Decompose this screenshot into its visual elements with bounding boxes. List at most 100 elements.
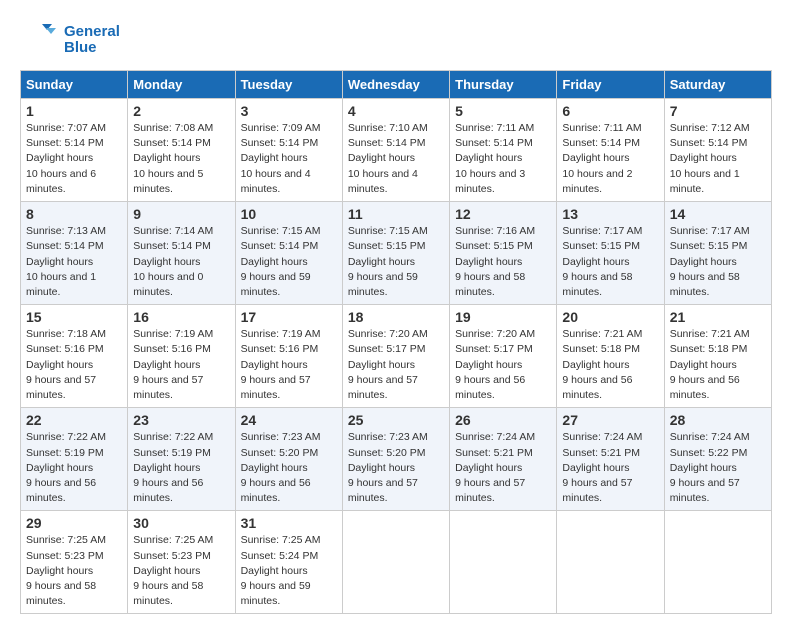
day-number: 14 — [670, 206, 766, 222]
calendar-cell: 28 Sunrise: 7:24 AM Sunset: 5:22 PM Dayl… — [664, 408, 771, 511]
calendar-cell: 21 Sunrise: 7:21 AM Sunset: 5:18 PM Dayl… — [664, 305, 771, 408]
calendar-cell — [664, 511, 771, 614]
calendar-cell — [557, 511, 664, 614]
day-number: 31 — [241, 515, 337, 531]
day-number: 10 — [241, 206, 337, 222]
day-number: 19 — [455, 309, 551, 325]
calendar-cell: 24 Sunrise: 7:23 AM Sunset: 5:20 PM Dayl… — [235, 408, 342, 511]
day-info: Sunrise: 7:14 AM Sunset: 5:14 PM Dayligh… — [133, 224, 229, 300]
day-number: 8 — [26, 206, 122, 222]
calendar-cell — [342, 511, 449, 614]
day-number: 16 — [133, 309, 229, 325]
calendar-cell: 14 Sunrise: 7:17 AM Sunset: 5:15 PM Dayl… — [664, 202, 771, 305]
weekday-header: Thursday — [450, 71, 557, 99]
calendar-table: SundayMondayTuesdayWednesdayThursdayFrid… — [20, 70, 772, 614]
day-info: Sunrise: 7:20 AM Sunset: 5:17 PM Dayligh… — [348, 327, 444, 403]
calendar-cell: 15 Sunrise: 7:18 AM Sunset: 5:16 PM Dayl… — [21, 305, 128, 408]
weekday-header: Monday — [128, 71, 235, 99]
weekday-header: Saturday — [664, 71, 771, 99]
calendar-cell: 22 Sunrise: 7:22 AM Sunset: 5:19 PM Dayl… — [21, 408, 128, 511]
day-number: 18 — [348, 309, 444, 325]
calendar-cell: 1 Sunrise: 7:07 AM Sunset: 5:14 PM Dayli… — [21, 99, 128, 202]
day-number: 21 — [670, 309, 766, 325]
calendar-cell: 26 Sunrise: 7:24 AM Sunset: 5:21 PM Dayl… — [450, 408, 557, 511]
day-number: 12 — [455, 206, 551, 222]
day-info: Sunrise: 7:10 AM Sunset: 5:14 PM Dayligh… — [348, 121, 444, 197]
day-number: 6 — [562, 103, 658, 119]
day-number: 9 — [133, 206, 229, 222]
day-number: 26 — [455, 412, 551, 428]
day-info: Sunrise: 7:15 AM Sunset: 5:14 PM Dayligh… — [241, 224, 337, 300]
logo: General Blue — [20, 20, 120, 60]
calendar-cell: 19 Sunrise: 7:20 AM Sunset: 5:17 PM Dayl… — [450, 305, 557, 408]
day-info: Sunrise: 7:23 AM Sunset: 5:20 PM Dayligh… — [348, 430, 444, 506]
day-info: Sunrise: 7:23 AM Sunset: 5:20 PM Dayligh… — [241, 430, 337, 506]
day-info: Sunrise: 7:12 AM Sunset: 5:14 PM Dayligh… — [670, 121, 766, 197]
day-info: Sunrise: 7:19 AM Sunset: 5:16 PM Dayligh… — [241, 327, 337, 403]
calendar-cell: 23 Sunrise: 7:22 AM Sunset: 5:19 PM Dayl… — [128, 408, 235, 511]
day-number: 23 — [133, 412, 229, 428]
calendar-cell: 20 Sunrise: 7:21 AM Sunset: 5:18 PM Dayl… — [557, 305, 664, 408]
day-info: Sunrise: 7:24 AM Sunset: 5:21 PM Dayligh… — [562, 430, 658, 506]
calendar-week-row: 15 Sunrise: 7:18 AM Sunset: 5:16 PM Dayl… — [21, 305, 772, 408]
day-info: Sunrise: 7:21 AM Sunset: 5:18 PM Dayligh… — [562, 327, 658, 403]
day-info: Sunrise: 7:11 AM Sunset: 5:14 PM Dayligh… — [455, 121, 551, 197]
calendar-cell: 9 Sunrise: 7:14 AM Sunset: 5:14 PM Dayli… — [128, 202, 235, 305]
day-number: 22 — [26, 412, 122, 428]
day-number: 17 — [241, 309, 337, 325]
day-info: Sunrise: 7:24 AM Sunset: 5:21 PM Dayligh… — [455, 430, 551, 506]
calendar-cell: 13 Sunrise: 7:17 AM Sunset: 5:15 PM Dayl… — [557, 202, 664, 305]
day-number: 15 — [26, 309, 122, 325]
day-info: Sunrise: 7:19 AM Sunset: 5:16 PM Dayligh… — [133, 327, 229, 403]
calendar-cell: 29 Sunrise: 7:25 AM Sunset: 5:23 PM Dayl… — [21, 511, 128, 614]
day-number: 11 — [348, 206, 444, 222]
day-info: Sunrise: 7:24 AM Sunset: 5:22 PM Dayligh… — [670, 430, 766, 506]
day-info: Sunrise: 7:25 AM Sunset: 5:23 PM Dayligh… — [26, 533, 122, 609]
calendar-week-row: 8 Sunrise: 7:13 AM Sunset: 5:14 PM Dayli… — [21, 202, 772, 305]
calendar-cell: 11 Sunrise: 7:15 AM Sunset: 5:15 PM Dayl… — [342, 202, 449, 305]
day-info: Sunrise: 7:16 AM Sunset: 5:15 PM Dayligh… — [455, 224, 551, 300]
calendar-cell: 4 Sunrise: 7:10 AM Sunset: 5:14 PM Dayli… — [342, 99, 449, 202]
day-info: Sunrise: 7:15 AM Sunset: 5:15 PM Dayligh… — [348, 224, 444, 300]
day-number: 13 — [562, 206, 658, 222]
day-number: 24 — [241, 412, 337, 428]
calendar-cell: 7 Sunrise: 7:12 AM Sunset: 5:14 PM Dayli… — [664, 99, 771, 202]
day-number: 4 — [348, 103, 444, 119]
calendar-cell: 18 Sunrise: 7:20 AM Sunset: 5:17 PM Dayl… — [342, 305, 449, 408]
page-header: General Blue — [20, 20, 772, 60]
logo: General Blue — [20, 20, 120, 60]
day-info: Sunrise: 7:17 AM Sunset: 5:15 PM Dayligh… — [562, 224, 658, 300]
day-info: Sunrise: 7:17 AM Sunset: 5:15 PM Dayligh… — [670, 224, 766, 300]
day-info: Sunrise: 7:22 AM Sunset: 5:19 PM Dayligh… — [133, 430, 229, 506]
day-info: Sunrise: 7:25 AM Sunset: 5:23 PM Dayligh… — [133, 533, 229, 609]
day-number: 29 — [26, 515, 122, 531]
day-info: Sunrise: 7:07 AM Sunset: 5:14 PM Dayligh… — [26, 121, 122, 197]
day-info: Sunrise: 7:25 AM Sunset: 5:24 PM Dayligh… — [241, 533, 337, 609]
calendar-header-row: SundayMondayTuesdayWednesdayThursdayFrid… — [21, 71, 772, 99]
calendar-cell: 6 Sunrise: 7:11 AM Sunset: 5:14 PM Dayli… — [557, 99, 664, 202]
day-info: Sunrise: 7:08 AM Sunset: 5:14 PM Dayligh… — [133, 121, 229, 197]
calendar-cell: 30 Sunrise: 7:25 AM Sunset: 5:23 PM Dayl… — [128, 511, 235, 614]
weekday-header: Wednesday — [342, 71, 449, 99]
day-number: 1 — [26, 103, 122, 119]
calendar-cell: 5 Sunrise: 7:11 AM Sunset: 5:14 PM Dayli… — [450, 99, 557, 202]
day-info: Sunrise: 7:20 AM Sunset: 5:17 PM Dayligh… — [455, 327, 551, 403]
calendar-cell: 16 Sunrise: 7:19 AM Sunset: 5:16 PM Dayl… — [128, 305, 235, 408]
calendar-week-row: 1 Sunrise: 7:07 AM Sunset: 5:14 PM Dayli… — [21, 99, 772, 202]
calendar-cell: 25 Sunrise: 7:23 AM Sunset: 5:20 PM Dayl… — [342, 408, 449, 511]
weekday-header: Tuesday — [235, 71, 342, 99]
day-info: Sunrise: 7:18 AM Sunset: 5:16 PM Dayligh… — [26, 327, 122, 403]
day-number: 2 — [133, 103, 229, 119]
day-info: Sunrise: 7:11 AM Sunset: 5:14 PM Dayligh… — [562, 121, 658, 197]
calendar-cell — [450, 511, 557, 614]
day-number: 20 — [562, 309, 658, 325]
day-number: 5 — [455, 103, 551, 119]
calendar-cell: 27 Sunrise: 7:24 AM Sunset: 5:21 PM Dayl… — [557, 408, 664, 511]
calendar-cell: 17 Sunrise: 7:19 AM Sunset: 5:16 PM Dayl… — [235, 305, 342, 408]
logo-icon — [20, 20, 60, 60]
day-info: Sunrise: 7:13 AM Sunset: 5:14 PM Dayligh… — [26, 224, 122, 300]
day-number: 7 — [670, 103, 766, 119]
day-number: 27 — [562, 412, 658, 428]
day-info: Sunrise: 7:22 AM Sunset: 5:19 PM Dayligh… — [26, 430, 122, 506]
calendar-cell: 8 Sunrise: 7:13 AM Sunset: 5:14 PM Dayli… — [21, 202, 128, 305]
